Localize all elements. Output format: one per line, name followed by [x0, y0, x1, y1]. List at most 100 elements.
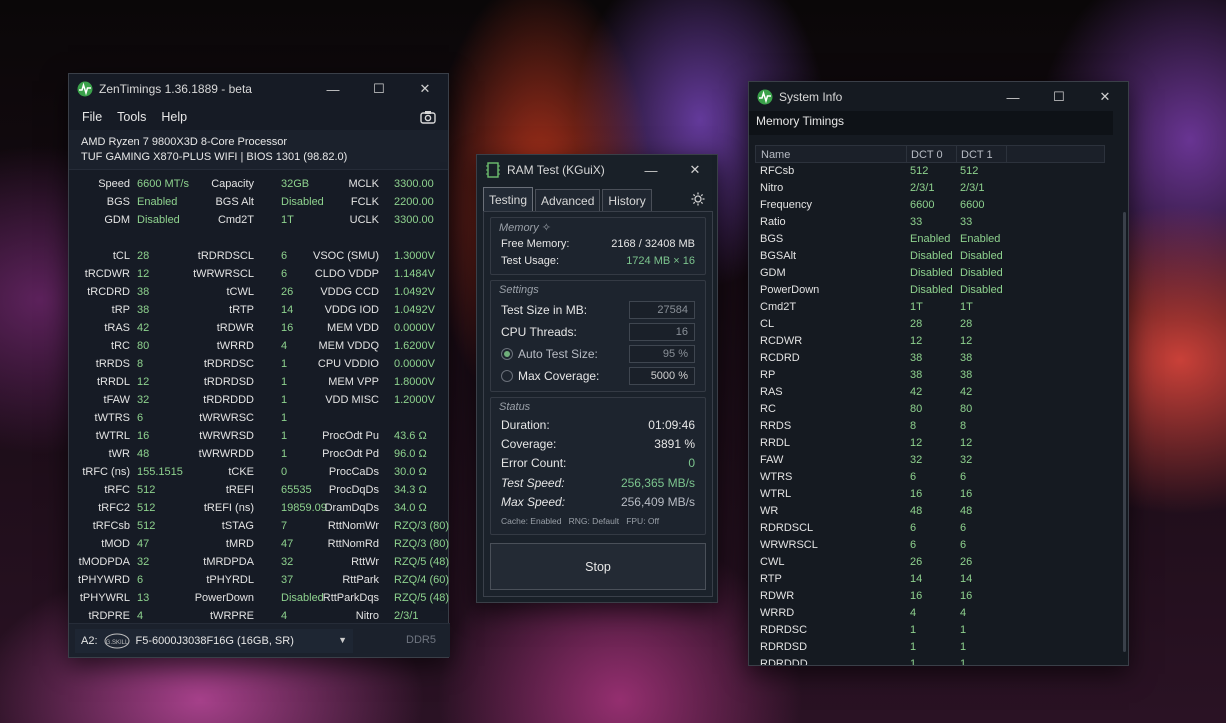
- table-row[interactable]: RDRDSCL 6 6: [755, 520, 1105, 537]
- cpu-threads-input[interactable]: 16: [629, 323, 695, 341]
- timing-value: 1.0492V: [394, 286, 435, 298]
- timing-value: Disabled: [281, 196, 324, 208]
- cell-name: RRDL: [760, 437, 790, 449]
- timing-label: tSTAG: [221, 520, 254, 532]
- pulse-icon: [757, 89, 773, 105]
- table-row[interactable]: RCDRD 38 38: [755, 350, 1105, 367]
- close-button[interactable]: ✕: [1082, 82, 1128, 112]
- minimize-button[interactable]: —: [629, 155, 673, 185]
- minimize-button[interactable]: —: [310, 74, 356, 104]
- table-row[interactable]: RRDS 8 8: [755, 418, 1105, 435]
- timing-label: tRC: [111, 340, 130, 352]
- timing-label: tRRDL: [96, 376, 130, 388]
- table-row[interactable]: RAS 42 42: [755, 384, 1105, 401]
- auto-size-radio[interactable]: [501, 348, 513, 360]
- timing-label: GDM: [104, 214, 130, 226]
- table-row[interactable]: Frequency 6600 6600: [755, 197, 1105, 214]
- table-row[interactable]: WTRL 16 16: [755, 486, 1105, 503]
- maximize-button[interactable]: ☐: [356, 74, 402, 104]
- table-row[interactable]: WR 48 48: [755, 503, 1105, 520]
- table-row[interactable]: BGSAlt Disabled Disabled: [755, 248, 1105, 265]
- cell-name: RFCsb: [760, 165, 795, 177]
- cell-dct1: 33: [960, 216, 973, 228]
- cell-dct1: 28: [960, 318, 973, 330]
- table-row[interactable]: RTP 14 14: [755, 571, 1105, 588]
- timing-value: 4: [281, 610, 288, 622]
- table-row[interactable]: RDRDDD 1 1: [755, 656, 1105, 665]
- column-header-name[interactable]: Name: [761, 149, 790, 161]
- menu-file[interactable]: File: [82, 110, 102, 124]
- sysinfo-titlebar[interactable]: System Info — ☐ ✕: [749, 82, 1128, 112]
- stop-button[interactable]: Stop: [490, 543, 706, 590]
- table-row[interactable]: WRRD 4 4: [755, 605, 1105, 622]
- cell-dct1: 4: [960, 607, 967, 619]
- table-row[interactable]: WTRS 6 6: [755, 469, 1105, 486]
- zentimings-titlebar[interactable]: ZenTimings 1.36.1889 - beta — ☐ ✕: [69, 74, 448, 104]
- close-button[interactable]: ✕: [402, 74, 448, 104]
- timing-row: tRC 80 tWRRD 4 MEM VDDQ 1.6200V: [69, 337, 450, 355]
- cell-name: RCDWR: [760, 335, 803, 347]
- table-row[interactable]: GDM Disabled Disabled: [755, 265, 1105, 282]
- table-row[interactable]: BGS Enabled Enabled: [755, 231, 1105, 248]
- table-row[interactable]: WRWRSCL 6 6: [755, 537, 1105, 554]
- table-row[interactable]: Nitro 2/3/1 2/3/1: [755, 180, 1105, 197]
- table-row[interactable]: RCDWR 12 12: [755, 333, 1105, 350]
- window-title: ZenTimings 1.36.1889 - beta: [99, 82, 252, 96]
- max-coverage-option[interactable]: Max Coverage:: [501, 369, 599, 383]
- maximize-button[interactable]: ☐: [1036, 82, 1082, 112]
- table-row[interactable]: RDRDSC 1 1: [755, 622, 1105, 639]
- timing-value: 0: [281, 466, 288, 478]
- timing-value: 512: [137, 502, 156, 514]
- menu-tools[interactable]: Tools: [117, 110, 146, 124]
- tab-history[interactable]: History: [602, 189, 652, 211]
- table-row[interactable]: RC 80 80: [755, 401, 1105, 418]
- memory-type: DDR5: [406, 634, 436, 646]
- timing-label: ProcOdt Pu: [322, 430, 379, 442]
- scrollbar[interactable]: [1123, 212, 1126, 652]
- svg-text:G.SKILL: G.SKILL: [105, 640, 128, 646]
- dimm-selector[interactable]: A2: G.SKILL F5-6000J3038F16G (16GB, SR) …: [75, 629, 353, 653]
- table-row[interactable]: FAW 32 32: [755, 452, 1105, 469]
- timing-label: tREFI (ns): [203, 502, 254, 514]
- table-row[interactable]: RDWR 16 16: [755, 588, 1105, 605]
- timing-row: tPHYWRD 6 tPHYRDL 37 RttPark RZQ/4 (60): [69, 571, 450, 589]
- timing-value: 43.6 Ω: [394, 430, 427, 442]
- gear-icon[interactable]: [691, 192, 705, 206]
- cell-dct1: 6600: [960, 199, 985, 211]
- max-coverage-input[interactable]: 5000 %: [629, 367, 695, 385]
- tab-advanced[interactable]: Advanced: [535, 189, 601, 211]
- column-header-dct1[interactable]: DCT 1: [961, 149, 993, 161]
- auto-size-input[interactable]: 95 %: [629, 345, 695, 363]
- timing-row: tMOD 47 tMRD 47 RttNomRd RZQ/3 (80): [69, 535, 450, 553]
- timing-value: 34.3 Ω: [394, 484, 427, 496]
- close-button[interactable]: ✕: [673, 155, 717, 185]
- table-row[interactable]: RP 38 38: [755, 367, 1105, 384]
- table-row[interactable]: RDRDSD 1 1: [755, 639, 1105, 656]
- timing-value: Enabled: [137, 196, 178, 208]
- table-row[interactable]: RRDL 12 12: [755, 435, 1105, 452]
- test-size-input[interactable]: 27584: [629, 301, 695, 319]
- table-row[interactable]: Cmd2T 1T 1T: [755, 299, 1105, 316]
- camera-icon[interactable]: [420, 110, 436, 124]
- timing-value: 38: [137, 286, 150, 298]
- timing-label: MEM VPP: [328, 376, 379, 388]
- table-row[interactable]: CWL 26 26: [755, 554, 1105, 571]
- cell-dct0: 8: [910, 420, 917, 432]
- cell-dct1: 32: [960, 454, 973, 466]
- table-row[interactable]: CL 28 28: [755, 316, 1105, 333]
- column-header-dct0[interactable]: DCT 0: [911, 149, 943, 161]
- tab-testing[interactable]: Testing: [483, 187, 534, 211]
- table-row[interactable]: Ratio 33 33: [755, 214, 1105, 231]
- max-coverage-radio[interactable]: [501, 370, 513, 382]
- cell-name: WTRS: [760, 471, 793, 483]
- table-row[interactable]: RFCsb 512 512: [755, 163, 1105, 180]
- minimize-button[interactable]: —: [990, 82, 1036, 112]
- auto-size-option[interactable]: Auto Test Size:: [501, 347, 598, 361]
- timing-label: DramDqDs: [324, 502, 379, 514]
- timing-label: tMODPDA: [78, 556, 130, 568]
- timing-value: 7: [281, 520, 288, 532]
- timing-label: VDDG CCD: [320, 286, 379, 298]
- table-row[interactable]: PowerDown Disabled Disabled: [755, 282, 1105, 299]
- ramtest-titlebar[interactable]: RAM Test (KGuiX) — ✕: [477, 155, 717, 185]
- menu-help[interactable]: Help: [161, 110, 187, 124]
